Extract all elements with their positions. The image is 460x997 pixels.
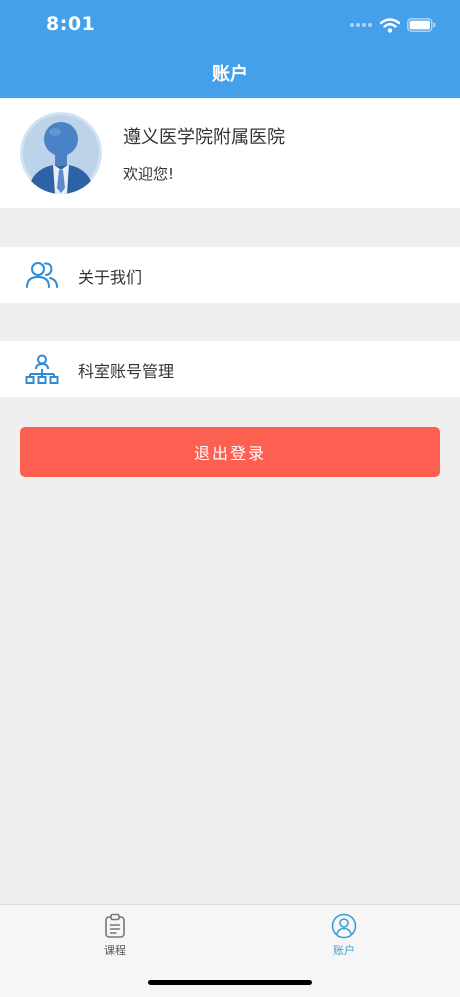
- menu-item-label: 关于我们: [78, 268, 143, 287]
- org-chart-icon: [25, 354, 59, 384]
- tab-account[interactable]: 账户: [304, 913, 384, 967]
- page-title: 账户: [212, 64, 248, 85]
- hospital-name: 遵义医学院附属医院: [123, 127, 285, 148]
- status-time: 8:01: [46, 13, 96, 35]
- signal-icon: [350, 23, 372, 27]
- menu-item-about-us[interactable]: 关于我们: [0, 247, 460, 303]
- logout-button[interactable]: 退出登录: [20, 427, 440, 477]
- people-icon: [26, 262, 58, 288]
- user-circle-icon: [331, 913, 357, 939]
- profile-card: 遵义医学院附属医院 欢迎您!: [0, 98, 460, 208]
- header-bar: 8:01 账户: [0, 0, 460, 98]
- home-indicator: [148, 980, 312, 985]
- tab-courses[interactable]: 课程: [75, 913, 155, 967]
- wifi-icon: [380, 17, 400, 33]
- tab-account-label: 账户: [333, 944, 355, 957]
- menu-item-label: 科室账号管理: [78, 362, 175, 381]
- battery-icon: [407, 18, 436, 32]
- welcome-text: 欢迎您!: [123, 165, 175, 183]
- status-icons: [350, 14, 436, 36]
- menu-item-department-accounts[interactable]: 科室账号管理: [0, 341, 460, 397]
- tab-courses-label: 课程: [104, 944, 126, 957]
- user-avatar-icon: [20, 112, 102, 194]
- clipboard-icon: [105, 913, 125, 938]
- avatar: [20, 112, 102, 194]
